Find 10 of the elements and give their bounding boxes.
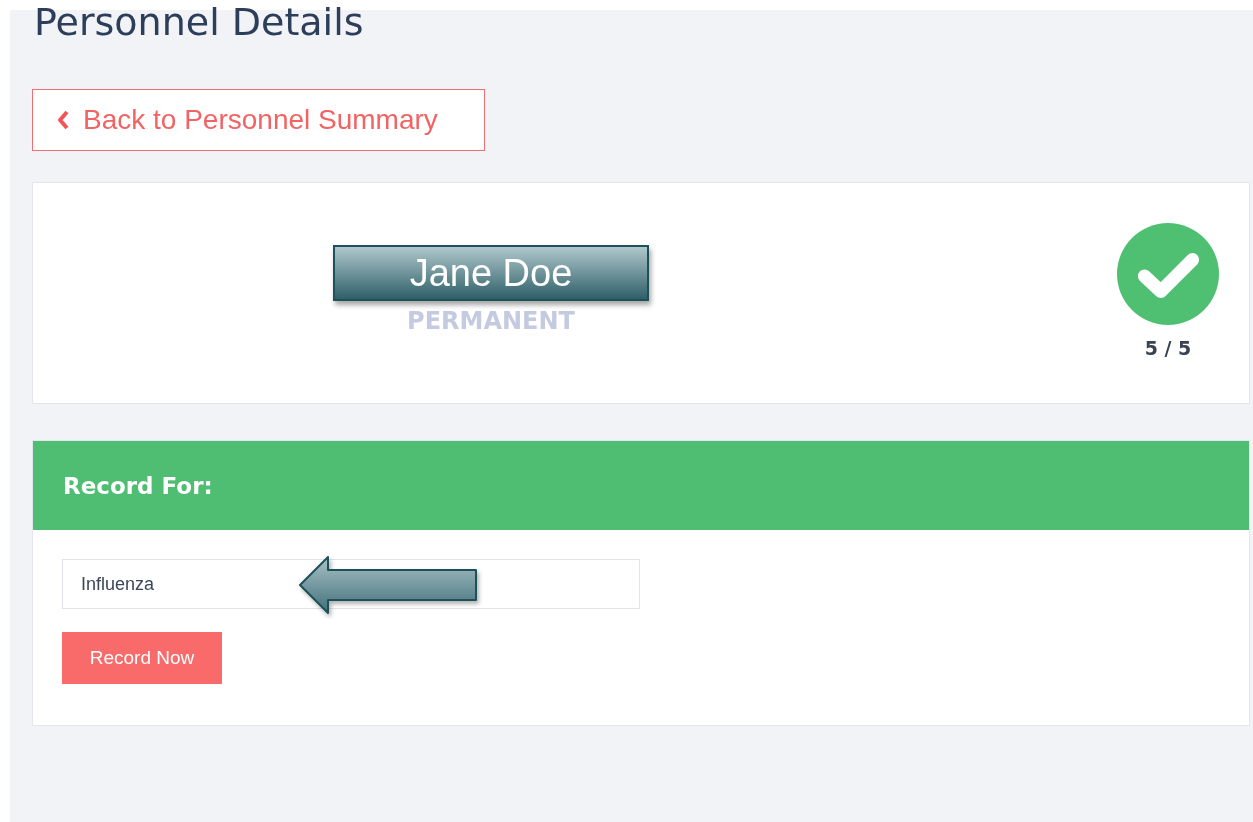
- name-label: Jane Doe: [333, 245, 649, 301]
- panel-heading: Record For:: [63, 472, 213, 499]
- record-now-button[interactable]: Record Now: [62, 632, 222, 684]
- chevron-left-icon: [57, 110, 69, 130]
- check-circle-icon: [1117, 223, 1219, 325]
- employment-type: PERMANENT: [407, 307, 575, 335]
- page-title: Personnel Details: [33, 4, 365, 40]
- progress-count: 5 / 5: [1144, 337, 1192, 359]
- arrow-icon: [298, 555, 480, 615]
- back-button[interactable]: Back to Personnel Summary: [32, 89, 485, 151]
